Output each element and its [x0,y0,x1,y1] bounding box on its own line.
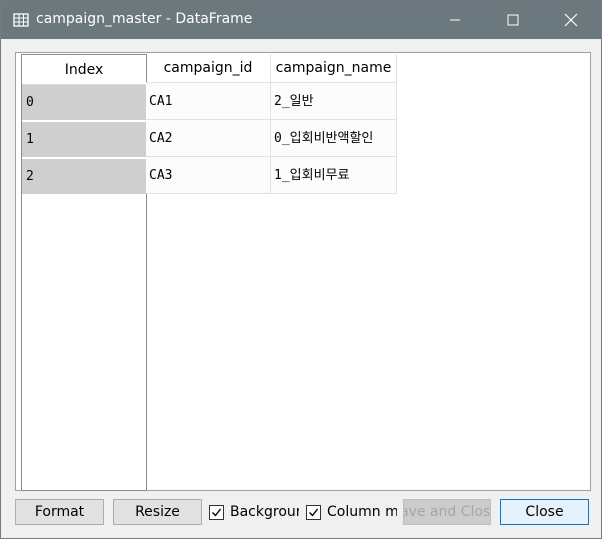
minimize-button[interactable] [432,1,478,39]
background-checkbox-label: Backgrour [230,504,299,520]
format-button[interactable]: Format [15,499,104,525]
checkmark-icon [309,508,319,517]
table-cell[interactable]: CA2 [146,120,271,157]
save-and-close-label: ave and Clos [403,504,491,520]
checkmark-icon [212,508,222,517]
checkbox-box[interactable] [209,504,224,520]
maximize-button[interactable] [490,1,536,39]
close-button[interactable]: Close [500,499,589,525]
column-header-campaign-name[interactable]: campaign_name [271,54,397,83]
table-cell[interactable]: 1_입회비무료 [271,157,397,194]
minimize-icon [450,19,460,21]
title-bar[interactable]: campaign_master - DataFrame [1,1,601,39]
column-minmax-label: Column mi [327,504,397,520]
window-title: campaign_master - DataFrame [36,11,253,27]
background-color-checkbox[interactable]: Backgrour [209,502,299,522]
index-column[interactable]: Index 0 1 2 [21,54,147,491]
checkbox-box[interactable] [306,504,321,520]
close-window-button[interactable] [548,1,594,39]
column-header-campaign-id[interactable]: campaign_id [146,54,271,83]
table-cell[interactable]: 0_입회비반액할인 [271,120,397,157]
resize-button[interactable]: Resize [113,499,202,525]
save-and-close-button: ave and Clos [403,499,491,525]
dataframe-window: campaign_master - DataFrame Index 0 1 2 … [0,0,602,539]
index-cell[interactable]: 1 [22,122,146,158]
index-header[interactable]: Index [22,55,146,85]
maximize-icon [507,14,519,26]
close-icon [564,13,578,27]
table-cell[interactable]: CA1 [146,83,271,120]
table-grid-icon [13,13,29,27]
dataframe-table[interactable]: Index 0 1 2 campaign_id campaign_name CA… [15,52,591,491]
table-cell[interactable]: CA3 [146,157,271,194]
index-cell[interactable]: 0 [22,85,146,121]
table-cell[interactable]: 2_일반 [271,83,397,120]
column-minmax-checkbox[interactable]: Column mi [306,502,397,522]
index-cell[interactable]: 2 [22,159,146,195]
